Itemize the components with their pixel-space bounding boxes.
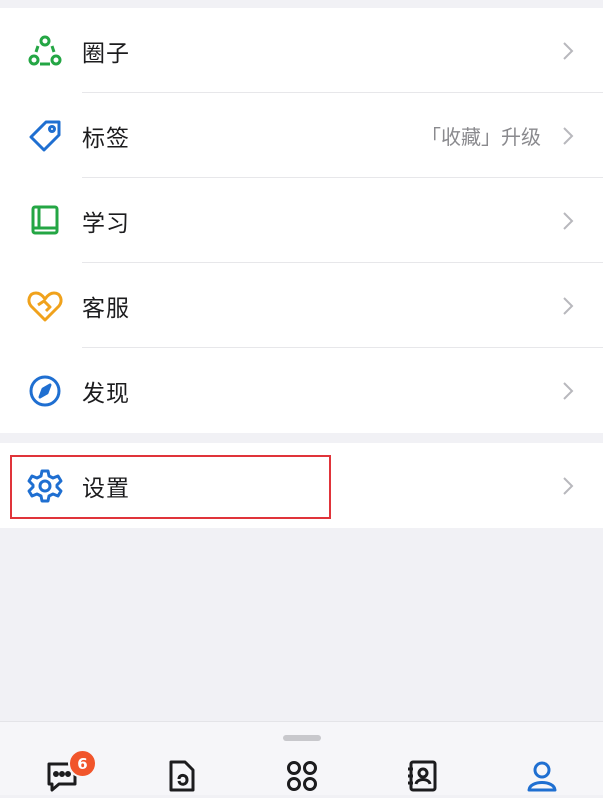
- top-gap: [0, 0, 603, 8]
- tab-contacts[interactable]: [400, 754, 444, 798]
- chevron-right-icon: [563, 41, 574, 60]
- settings-group: 设置: [0, 443, 603, 528]
- menu-item-tags[interactable]: 标签 「收藏」升级: [0, 93, 603, 178]
- heart-handshake-icon: [26, 287, 64, 325]
- section-gap: [0, 433, 603, 443]
- menu-label-tags: 标签: [82, 125, 130, 152]
- tab-workbench[interactable]: [280, 754, 324, 798]
- chevron-right-icon: [563, 381, 574, 400]
- menu-item-study[interactable]: 学习: [0, 178, 603, 263]
- book-icon: [26, 202, 64, 240]
- chevron-right-icon: [563, 296, 574, 315]
- menu-label-settings: 设置: [82, 475, 130, 502]
- person-icon: [527, 761, 557, 792]
- tag-icon: [26, 117, 64, 155]
- menu-label-study: 学习: [82, 210, 130, 237]
- chevron-right-icon: [563, 476, 574, 495]
- tab-docs[interactable]: [160, 754, 204, 798]
- circle-people-icon: [26, 32, 64, 70]
- compass-icon: [26, 372, 64, 410]
- tab-me[interactable]: [520, 754, 564, 798]
- messages-badge: 6: [68, 749, 97, 778]
- menu-item-circle[interactable]: 圈子: [0, 8, 603, 93]
- chevron-right-icon: [563, 211, 574, 230]
- bottom-tab-bar: 6: [0, 721, 603, 795]
- menu-label-discover: 发现: [82, 380, 130, 407]
- document-icon: [169, 760, 195, 792]
- tags-upgrade-note: 「收藏」升级: [421, 125, 541, 149]
- menu-label-service: 客服: [82, 295, 130, 322]
- menu-label-circle: 圈子: [82, 40, 130, 67]
- contacts-icon: [408, 760, 437, 792]
- menu-item-settings[interactable]: 设置: [0, 443, 603, 528]
- chevron-right-icon: [563, 126, 574, 145]
- menu-item-service[interactable]: 客服: [0, 263, 603, 348]
- drag-handle[interactable]: [283, 735, 321, 741]
- apps-icon: [287, 761, 317, 791]
- gear-icon: [26, 467, 64, 505]
- menu-item-discover[interactable]: 发现: [0, 348, 603, 433]
- menu-group: 圈子 标签 「收藏」升级 学习 客服 发现: [0, 8, 603, 433]
